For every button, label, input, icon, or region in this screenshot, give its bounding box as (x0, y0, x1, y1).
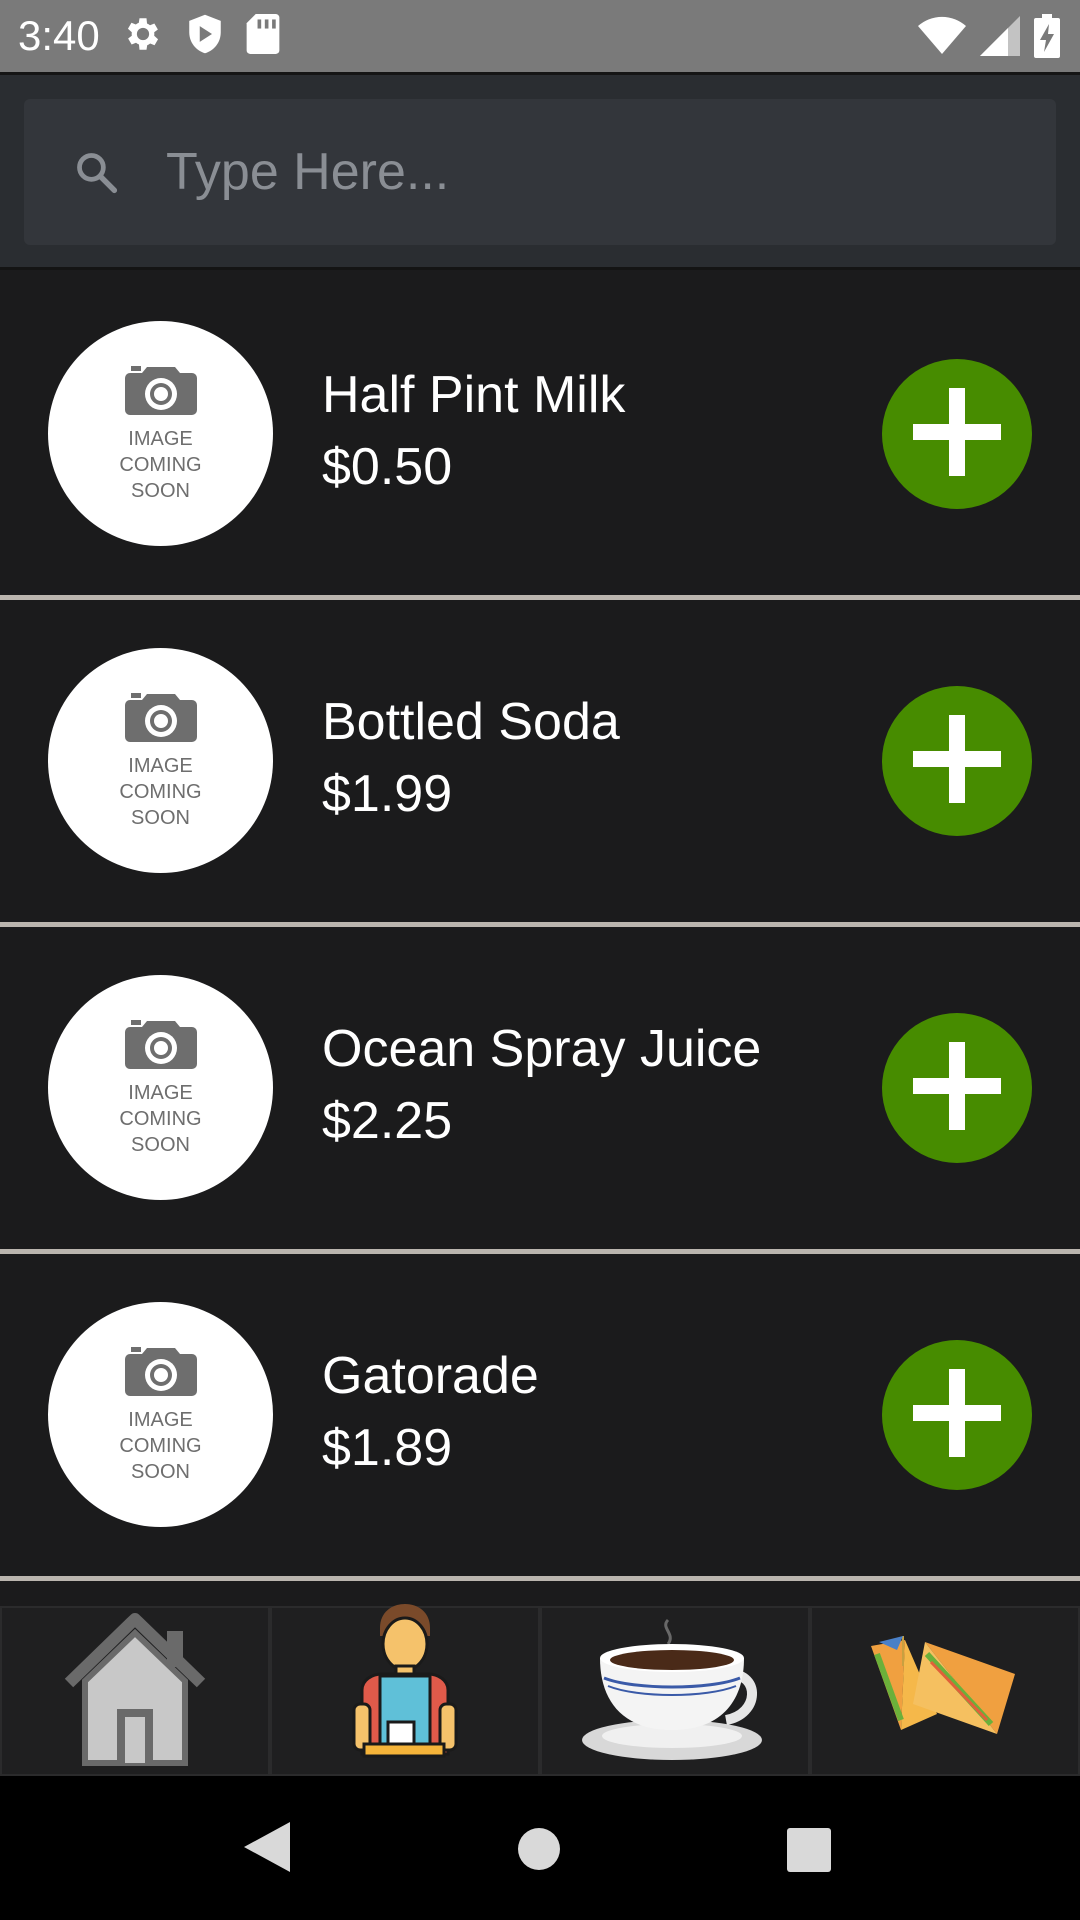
back-icon[interactable] (244, 1822, 290, 1877)
product-name: Bottled Soda (322, 693, 620, 751)
add-to-cart-button[interactable] (882, 686, 1032, 836)
status-bar: 3:40 (0, 0, 1080, 72)
image-coming-soon-text: IMAGE COMING SOON (119, 755, 202, 829)
barista-icon (350, 1603, 460, 1779)
product-name: Half Pint Milk (322, 366, 626, 424)
shield-icon (186, 13, 224, 60)
recents-icon[interactable] (787, 1828, 831, 1872)
plus-icon (913, 1368, 1001, 1462)
product-price: $2.25 (322, 1092, 453, 1150)
tab-sandwich[interactable] (810, 1606, 1080, 1776)
signal-icon (980, 15, 1020, 62)
house-icon (55, 1609, 215, 1774)
product-name: Gatorade (322, 1347, 539, 1405)
add-to-cart-button[interactable] (882, 1340, 1032, 1490)
add-to-cart-button[interactable] (882, 1013, 1032, 1163)
tab-barista[interactable] (270, 1603, 540, 1779)
plus-icon (913, 1041, 1001, 1135)
product-image-placeholder: IMAGE COMING SOON (48, 648, 273, 873)
status-time: 3:40 (18, 12, 100, 59)
search-icon (74, 150, 118, 194)
bottom-tab-bar (0, 1603, 1080, 1779)
product-price: $1.99 (322, 765, 453, 823)
tab-home[interactable] (0, 1606, 270, 1776)
sandwich-icon (865, 1634, 1025, 1749)
wifi-icon (918, 15, 966, 62)
product-image-placeholder: IMAGE COMING SOON (48, 321, 273, 546)
image-coming-soon-text: IMAGE COMING SOON (119, 428, 202, 502)
product-list: IMAGE COMING SOON Half Pint Milk $0.50 I… (0, 273, 1080, 1581)
image-coming-soon-text: IMAGE COMING SOON (119, 1409, 202, 1483)
product-image-placeholder: IMAGE COMING SOON (48, 975, 273, 1200)
coffee-cup-icon (580, 1614, 770, 1769)
product-row: IMAGE COMING SOON Half Pint Milk $0.50 (0, 273, 1080, 600)
android-nav-bar (0, 1776, 1080, 1920)
camera-icon (123, 690, 199, 749)
camera-icon (123, 1344, 199, 1403)
product-price: $0.50 (322, 438, 453, 496)
search-box[interactable] (24, 99, 1056, 245)
search-header (0, 75, 1080, 270)
battery-charging-icon (1034, 14, 1060, 63)
camera-icon (123, 1017, 199, 1076)
add-to-cart-button[interactable] (882, 359, 1032, 509)
image-coming-soon-text: IMAGE COMING SOON (119, 1082, 202, 1156)
plus-icon (913, 714, 1001, 808)
tab-coffee[interactable] (540, 1606, 810, 1776)
plus-icon (913, 387, 1001, 481)
product-name: Ocean Spray Juice (322, 1020, 762, 1078)
product-row: IMAGE COMING SOON Gatorade $1.89 (0, 1254, 1080, 1581)
product-image-placeholder: IMAGE COMING SOON (48, 1302, 273, 1527)
camera-icon (123, 363, 199, 422)
search-input[interactable] (164, 141, 984, 203)
home-circle-icon[interactable] (518, 1828, 560, 1870)
settings-icon (122, 13, 164, 60)
product-row: IMAGE COMING SOON Bottled Soda $1.99 (0, 600, 1080, 927)
product-row: IMAGE COMING SOON Ocean Spray Juice $2.2… (0, 927, 1080, 1254)
product-price: $1.89 (322, 1419, 453, 1477)
sd-card-icon (246, 13, 280, 59)
